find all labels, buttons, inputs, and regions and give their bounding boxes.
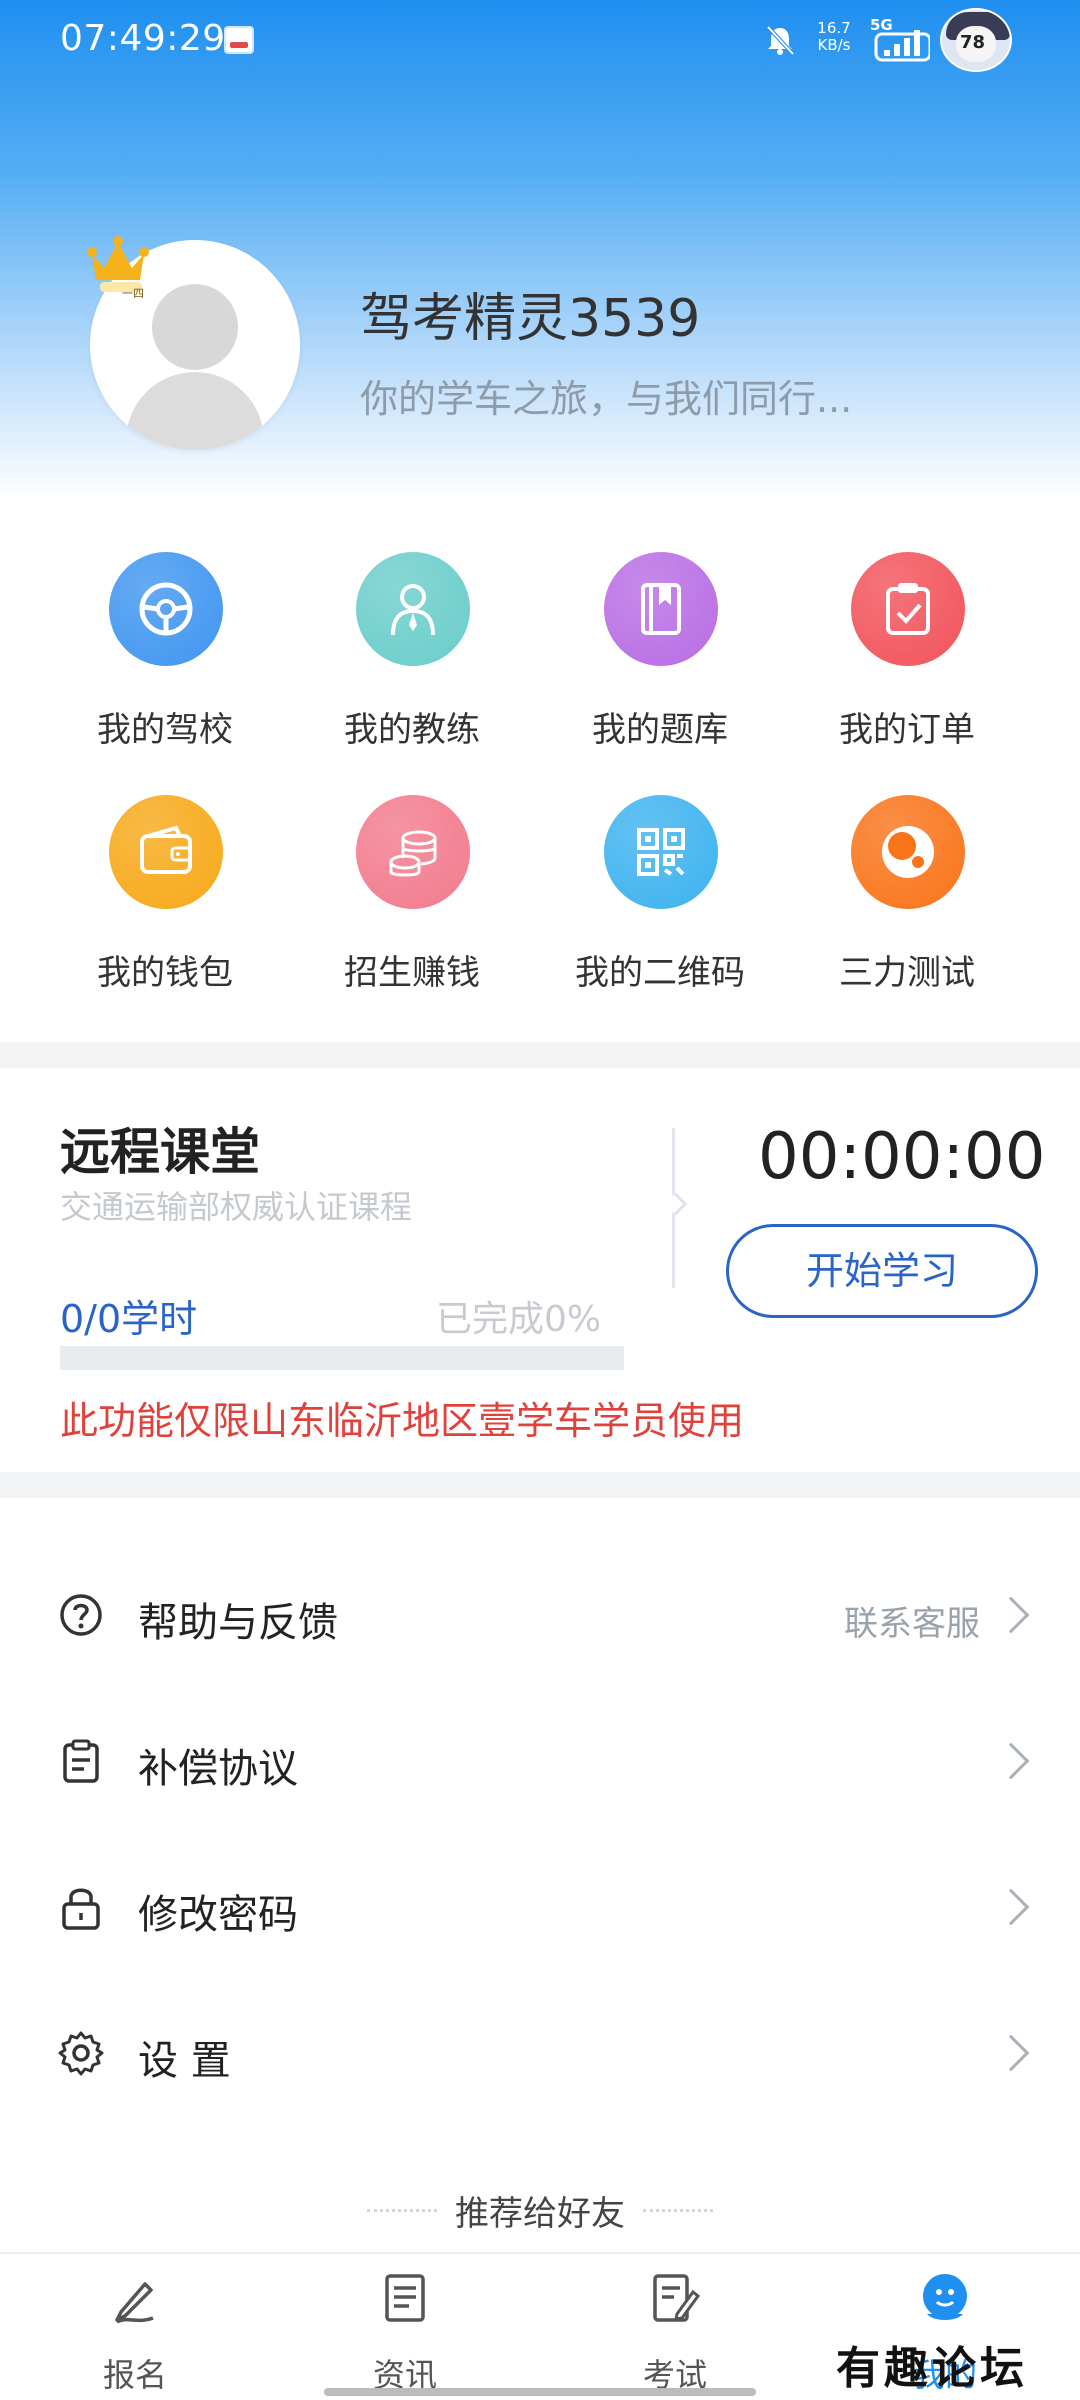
news-icon bbox=[385, 2274, 425, 2322]
dotted-line bbox=[367, 2209, 437, 2212]
wallet-icon bbox=[109, 795, 223, 909]
signup-icon bbox=[115, 2282, 154, 2324]
nav-item[interactable]: 报名 bbox=[35, 2254, 235, 2400]
grid-item[interactable]: 三力测试 bbox=[802, 795, 1012, 995]
section-divider bbox=[0, 1042, 1080, 1068]
app-notification-icon bbox=[224, 26, 254, 54]
nav-item[interactable]: 考试 bbox=[575, 2254, 775, 2400]
menu-label: 帮助与反馈 bbox=[138, 1600, 338, 1646]
lock-icon bbox=[62, 1888, 100, 1930]
network-speed-unit: KB/s bbox=[817, 36, 851, 54]
grid-item[interactable]: 招生赚钱 bbox=[307, 795, 517, 995]
grid-item[interactable]: 我的教练 bbox=[307, 552, 517, 752]
status-time: 07:49:29 bbox=[60, 18, 226, 59]
network-speed-value: 16.7 bbox=[817, 19, 851, 37]
menu-label: 修改密码 bbox=[138, 1892, 298, 1938]
menu-label: 补偿协议 bbox=[138, 1746, 298, 1792]
study-progress-bar bbox=[60, 1346, 624, 1370]
grid-item-label: 我的钱包 bbox=[97, 953, 233, 993]
status-bar: 07:49:29 16.7 KB/s 5G 78 bbox=[0, 0, 1080, 80]
bell-muted-icon bbox=[766, 25, 795, 56]
signal-icon: 5G bbox=[868, 16, 930, 62]
recommend-label: 推荐给好友 bbox=[455, 2194, 625, 2234]
question-book-icon bbox=[604, 552, 718, 666]
remote-class-title: 远程课堂 bbox=[60, 1123, 260, 1181]
study-hours: 0/0学时 bbox=[60, 1297, 198, 1341]
grid-item[interactable]: 我的钱包 bbox=[60, 795, 270, 995]
chevron-right-icon bbox=[992, 1888, 1030, 1926]
grid-item[interactable]: 我的题库 bbox=[555, 552, 765, 752]
menu-label: 设 置 bbox=[138, 2038, 231, 2084]
username[interactable]: 驾考精灵3539 bbox=[360, 276, 700, 351]
coins-icon bbox=[356, 795, 470, 909]
coach-person-icon bbox=[356, 552, 470, 666]
grid-item-label: 招生赚钱 bbox=[344, 953, 480, 993]
three-ability-test-icon bbox=[851, 795, 965, 909]
watermark-logo: 有趣论坛 bbox=[836, 2343, 1028, 2394]
chevron-right-icon bbox=[992, 2034, 1030, 2072]
dotted-line bbox=[643, 2209, 713, 2212]
profile-icon bbox=[923, 2274, 967, 2320]
network-speed: 16.7 KB/s bbox=[812, 20, 856, 54]
menu-extra: 联系客服 bbox=[844, 1604, 980, 1644]
home-indicator[interactable] bbox=[324, 2388, 756, 2396]
recommend-friends[interactable]: 推荐给好友 bbox=[0, 2186, 1080, 2235]
grid-item-label: 三力测试 bbox=[839, 953, 975, 993]
settings-gear-icon bbox=[58, 2031, 104, 2076]
menu-row[interactable]: 补偿协议 bbox=[0, 1690, 1080, 1836]
grid-item-label: 我的二维码 bbox=[575, 953, 745, 993]
chevron-right-icon bbox=[992, 1596, 1030, 1634]
grid-item[interactable]: 我的驾校 bbox=[60, 552, 270, 752]
grid-item-label: 我的教练 bbox=[344, 710, 480, 750]
start-learning-button[interactable]: 开始学习 bbox=[726, 1224, 1038, 1318]
order-clipboard-icon bbox=[851, 552, 965, 666]
grid-item-label: 我的订单 bbox=[839, 710, 975, 750]
section-divider bbox=[0, 1472, 1080, 1498]
help-icon bbox=[60, 1594, 102, 1636]
region-notice: 此功能仅限山东临沂地区壹学车学员使用 bbox=[60, 1399, 745, 1443]
grid-item[interactable]: 我的订单 bbox=[802, 552, 1012, 752]
qr-code-icon bbox=[604, 795, 718, 909]
chevron-right-icon bbox=[992, 1742, 1030, 1780]
remote-class-timer: 00:00:00 bbox=[758, 1120, 1046, 1194]
menu-row[interactable]: 设 置 bbox=[0, 1982, 1080, 2128]
profile-tagline: 你的学车之旅，与我们同行... bbox=[360, 377, 853, 421]
grid-item-label: 我的驾校 bbox=[97, 710, 233, 750]
steering-wheel-icon bbox=[109, 552, 223, 666]
menu-row[interactable]: 修改密码 bbox=[0, 1836, 1080, 1982]
clipboard-icon bbox=[63, 1739, 99, 1783]
nav-item[interactable]: 资讯 bbox=[305, 2254, 505, 2400]
member-badge: 一四 bbox=[122, 287, 144, 300]
completion-percent: 已完成0% bbox=[436, 1299, 602, 1340]
menu-row[interactable]: 帮助与反馈 联系客服 bbox=[0, 1544, 1080, 1690]
nav-label: 报名 bbox=[102, 2356, 167, 2394]
battery-level: 78 bbox=[960, 32, 986, 53]
separator-arrow-icon bbox=[664, 1192, 688, 1216]
grid-item[interactable]: 我的二维码 bbox=[555, 795, 765, 995]
battery-avatar-icon: 78 bbox=[940, 8, 1012, 72]
grid-item-label: 我的题库 bbox=[592, 710, 728, 750]
exam-icon bbox=[653, 2274, 701, 2322]
remote-class-subtitle: 交通运输部权威认证课程 bbox=[60, 1188, 413, 1226]
